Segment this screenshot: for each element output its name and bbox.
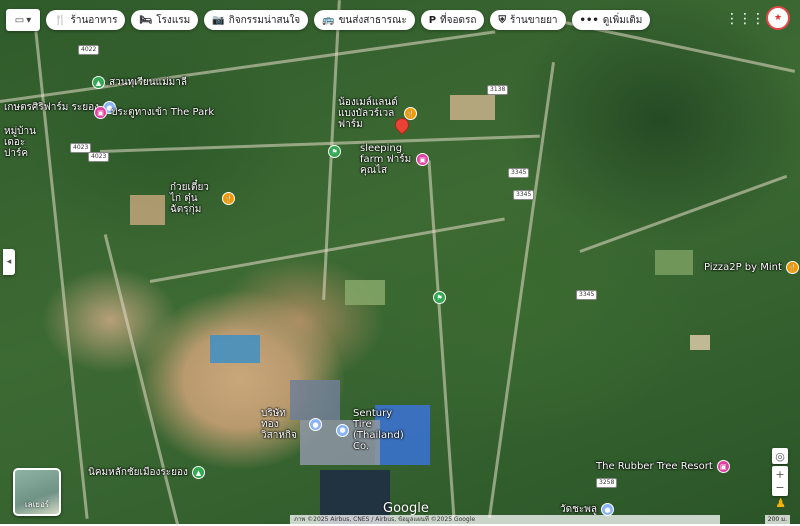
place-pin[interactable]: ก๋วยเตี๋ยวไก่ ตุ๋น ฉัตรุกุ่ม 🍴	[170, 182, 235, 215]
camera-icon: 📷	[212, 14, 225, 26]
more-icon: •••	[579, 14, 599, 26]
google-logo: Google	[383, 501, 429, 516]
crosshair-icon: ◎	[775, 449, 785, 463]
flag-icon: ⚑	[433, 291, 446, 304]
place-label: นิคมหลักชัยเมืองระยอง	[88, 467, 188, 478]
top-bar: ▭ ▾ 🍴 ร้านอาหาร 🛏 โรงแรม 📷 กิจกรรมน่าสนใจ…	[6, 9, 651, 31]
road-shield: 3345	[508, 168, 530, 178]
filter-chip-label: โรงแรม	[156, 14, 191, 26]
place-pin[interactable]: หมู่บ้าน เดอะปาร์ค	[4, 126, 44, 159]
road	[427, 160, 456, 520]
hotel-icon: ▣	[416, 153, 429, 166]
place-pin[interactable]: sleeping farm ฟาร์มคุณไส ▣	[360, 143, 429, 176]
restaurant-icon: 🍴	[785, 261, 799, 274]
layers-label: เลเยอร์	[24, 500, 50, 509]
road	[579, 174, 788, 253]
place-pin[interactable]: The Rubber Tree Resort ▣	[596, 460, 730, 473]
road	[0, 30, 496, 103]
road-shield: 3345	[576, 290, 598, 300]
place-pin[interactable]: Pizza2P by Mint 🍴	[704, 261, 799, 274]
place-pin[interactable]: ⚑	[433, 291, 446, 304]
place-label: Pizza2P by Mint	[704, 262, 782, 273]
filter-chip-parking[interactable]: P ที่จอดรถ	[420, 10, 485, 30]
filter-chip-label: กิจกรรมน่าสนใจ	[228, 14, 301, 26]
restaurant-icon: 🍴	[404, 107, 417, 120]
my-location-button[interactable]: ◎	[772, 448, 788, 464]
field	[345, 280, 385, 305]
chevron-left-icon: ◂	[6, 257, 12, 267]
place-label: sleeping farm ฟาร์มคุณไส	[360, 143, 412, 176]
place-label: วัดชะพลู	[560, 504, 597, 515]
place-label: เกษตรศิริฟาร์ม ระยอง	[4, 102, 99, 113]
road-shield: 4023	[88, 152, 110, 162]
reservoir	[210, 335, 260, 363]
pharmacy-icon: ⛨	[498, 14, 506, 26]
apps-grid-icon[interactable]: ⋮⋮⋮	[725, 11, 765, 27]
field	[450, 95, 495, 120]
zoom-out-button[interactable]: −	[775, 481, 784, 494]
place-pin[interactable]: ⚑	[328, 145, 341, 158]
filter-chip-label: ร้านขายยา	[509, 14, 558, 26]
road-shield: 3258	[596, 478, 618, 488]
parking-icon: P	[428, 14, 437, 26]
road	[488, 62, 555, 518]
road-shield: 3138	[487, 85, 509, 95]
place-pin[interactable]: ▣ ประตูทางเข้า The Park	[94, 106, 214, 119]
road	[99, 134, 540, 153]
place-pin[interactable]: ▲ สวนทุเรียนแม่มาลี	[92, 76, 187, 89]
field	[130, 195, 165, 225]
park-icon: ▲	[191, 466, 205, 479]
fork-knife-icon: 🍴	[54, 14, 67, 26]
place-icon: ●	[309, 418, 322, 431]
park-icon: ▲	[92, 76, 105, 89]
place-label: ประตูทางเข้า The Park	[111, 107, 215, 118]
place-label: Sentury Tire (Thailand) Co.	[353, 408, 404, 452]
filter-chip-more[interactable]: ••• ดูเพิ่มเติม	[571, 10, 651, 30]
place-label: หมู่บ้าน เดอะปาร์ค	[4, 126, 36, 159]
filter-chip-label: ร้านอาหาร	[70, 14, 118, 26]
restaurant-icon: 🍴	[222, 192, 235, 205]
filter-chip-label: ขนส่งสาธารณะ	[338, 14, 407, 26]
filter-chip-pharmacy[interactable]: ⛨ ร้านขายยา	[490, 10, 566, 30]
hotel-icon: ▣	[716, 460, 730, 473]
filter-chip-hotels[interactable]: 🛏 โรงแรม	[131, 10, 199, 30]
pegman-icon[interactable]: ♟	[775, 496, 786, 510]
filter-chip-label: ที่จอดรถ	[440, 14, 477, 26]
filter-chip-things-to-do[interactable]: 📷 กิจกรรมน่าสนใจ	[204, 10, 309, 30]
flag-icon: ⚑	[328, 145, 341, 158]
menu-button[interactable]: ▭ ▾	[6, 9, 40, 31]
zoom-control: + −	[772, 466, 788, 496]
filter-chip-label: ดูเพิ่มเติม	[602, 14, 643, 26]
attribution[interactable]: ภาพ ©2025 Airbus, CNES / Airbus, ข้อมูลแ…	[290, 515, 720, 524]
place-icon: ●	[336, 423, 349, 437]
place-label: น้องเมล์แลนด์ แบงบัลวร์เวล ฟาร์ม	[338, 97, 398, 130]
road-shield: 3345	[513, 190, 535, 200]
shopping-icon: ▣	[94, 106, 107, 119]
field	[690, 335, 710, 350]
filter-chip-restaurants[interactable]: 🍴 ร้านอาหาร	[46, 10, 126, 30]
collapse-panel-button[interactable]: ◂	[3, 249, 15, 275]
place-label: สวนทุเรียนแม่มาลี	[109, 77, 188, 88]
chevron-down-icon: ▾	[26, 14, 32, 26]
place-pin[interactable]: ● Sentury Tire (Thailand) Co.	[336, 408, 413, 452]
place-label: บริษัท ทอง วิสาหกิจ	[261, 408, 297, 441]
bed-icon: 🛏	[139, 14, 153, 26]
layers-button[interactable]: เลเยอร์	[13, 468, 61, 516]
place-pin[interactable]: บริษัท ทอง วิสาหกิจ ●	[261, 408, 322, 441]
avatar[interactable]: ★	[766, 6, 790, 30]
place-label: ก๋วยเตี๋ยวไก่ ตุ๋น ฉัตรุกุ่ม	[170, 182, 209, 215]
place-label: The Rubber Tree Resort	[596, 461, 713, 472]
road-shield: 4022	[78, 45, 100, 55]
map-type-icon: ▭	[14, 14, 25, 26]
field	[655, 250, 693, 275]
filter-chip-transit[interactable]: 🚌 ขนส่งสาธารณะ	[314, 10, 415, 30]
scale-bar[interactable]: 200 ม.	[764, 515, 790, 524]
place-pin[interactable]: นิคมหลักชัยเมืองระยอง ▲	[88, 466, 205, 479]
zoom-in-button[interactable]: +	[775, 468, 784, 481]
bus-icon: 🚌	[322, 14, 335, 26]
